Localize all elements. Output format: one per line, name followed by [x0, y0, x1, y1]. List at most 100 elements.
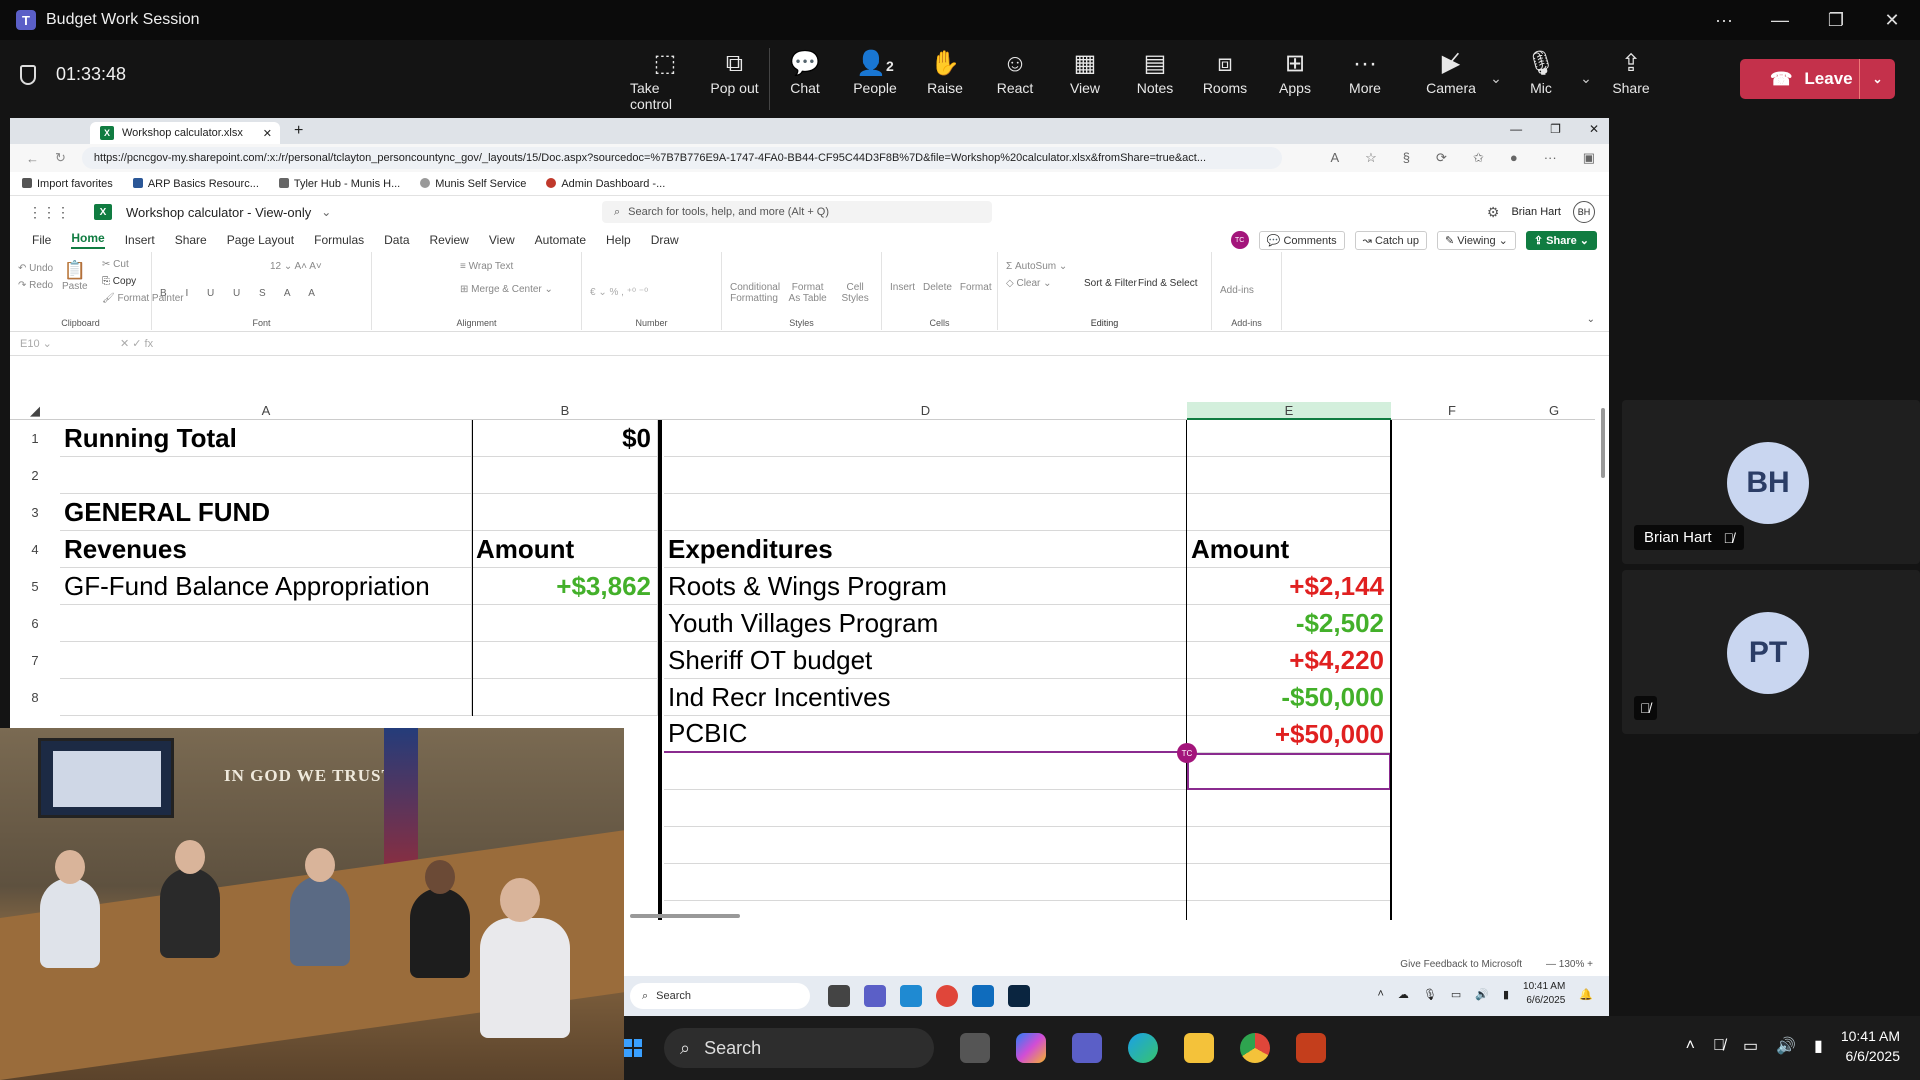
copilot-icon[interactable]: [1016, 1033, 1046, 1063]
close-icon[interactable]: ✕: [1864, 0, 1920, 40]
favorite-star-icon[interactable]: ☆: [1365, 150, 1377, 166]
sidebar-icon[interactable]: ▣: [1583, 150, 1595, 166]
cell-b5[interactable]: +$3,862: [472, 568, 658, 605]
notification-icon[interactable]: 🔔: [1579, 988, 1593, 1001]
participant-tile[interactable]: BH Brian Hart 🎙̸: [1622, 400, 1920, 564]
cell-a3[interactable]: GENERAL FUND: [60, 494, 472, 531]
cell-e6[interactable]: -$2,502: [1187, 605, 1391, 642]
settings-icon[interactable]: ⚙: [1487, 204, 1500, 221]
tab-formulas[interactable]: Formulas: [314, 233, 364, 247]
more-button[interactable]: ··· More: [1330, 48, 1400, 110]
tab-help[interactable]: Help: [606, 233, 631, 247]
cell-a8[interactable]: [60, 679, 472, 716]
mic-button[interactable]: 🎙 Mic: [1506, 48, 1576, 110]
ribbon-collapse-icon[interactable]: ⌄: [1587, 314, 1595, 325]
participant-tile[interactable]: PT 🎙̸: [1622, 570, 1920, 734]
redo-button[interactable]: ↷ Redo: [18, 277, 53, 294]
rooms-button[interactable]: ⧈ Rooms: [1190, 48, 1260, 110]
cell-styles-button[interactable]: Cell Styles: [837, 258, 873, 324]
teams-icon[interactable]: [864, 985, 886, 1007]
vertical-scrollbar[interactable]: [1601, 408, 1605, 478]
cell-d12[interactable]: [664, 827, 1187, 864]
browser-restore-icon[interactable]: ❐: [1550, 122, 1561, 136]
tray-chevron-icon[interactable]: ˄: [1377, 988, 1383, 1000]
cell-d3[interactable]: [664, 494, 1187, 531]
room-video-feed[interactable]: IN GOD WE TRUST: [0, 728, 624, 1080]
start-icon[interactable]: [624, 1039, 642, 1057]
outlook-icon[interactable]: [972, 985, 994, 1007]
clock[interactable]: 10:41 AM 6/6/2025: [1841, 1026, 1900, 1066]
workbook-name[interactable]: Workshop calculator - View-only: [126, 205, 311, 220]
mic-options-chevron-icon[interactable]: ⌄: [1576, 70, 1596, 110]
cell-d10[interactable]: [664, 753, 1187, 790]
row-header[interactable]: 2: [10, 457, 60, 494]
excel-share-button[interactable]: ⇪ Share ⌄: [1525, 230, 1597, 250]
apps-button[interactable]: ⊞ Apps: [1260, 48, 1330, 110]
column-header-d[interactable]: D: [664, 402, 1187, 420]
more-options-icon[interactable]: ···: [1696, 0, 1752, 40]
cell-b7[interactable]: [472, 642, 658, 679]
cell-e3[interactable]: [1187, 494, 1391, 531]
volume-icon[interactable]: 🔊: [1776, 1036, 1796, 1056]
task-view-icon[interactable]: [960, 1033, 990, 1063]
tab-close-icon[interactable]: ✕: [263, 127, 272, 140]
cell-a7[interactable]: [60, 642, 472, 679]
file-explorer-icon[interactable]: [1184, 1033, 1214, 1063]
app-launcher-icon[interactable]: ⋮⋮⋮: [28, 204, 70, 221]
people-button[interactable]: 👤2 People: [840, 48, 910, 110]
extension-icon[interactable]: §: [1403, 150, 1410, 166]
horizontal-scrollbar[interactable]: [630, 914, 740, 918]
file-explorer-icon[interactable]: [828, 985, 850, 1007]
font-size-field[interactable]: 12 ⌄ A˄ A˅: [270, 258, 363, 275]
row-header[interactable]: 5: [10, 568, 60, 605]
take-control-button[interactable]: ⬚ Take control: [630, 48, 700, 112]
cell-b6[interactable]: [472, 605, 658, 642]
new-tab-icon[interactable]: +: [294, 122, 303, 140]
terminal-icon[interactable]: [1008, 985, 1030, 1007]
collections-icon[interactable]: ✩: [1473, 150, 1484, 166]
camera-options-chevron-icon[interactable]: ⌄: [1486, 70, 1506, 110]
favorite-item[interactable]: ARP Basics Resourc...: [132, 177, 259, 190]
chrome-icon[interactable]: [936, 985, 958, 1007]
tab-file[interactable]: File: [32, 233, 51, 247]
cell-d7[interactable]: Sheriff OT budget: [664, 642, 1187, 679]
notes-button[interactable]: ▤ Notes: [1120, 48, 1190, 110]
cell-b3[interactable]: [472, 494, 658, 531]
cell-e9[interactable]: +$50,000: [1187, 716, 1391, 753]
paste-button[interactable]: 📋 Paste: [62, 260, 88, 292]
format-cells-button[interactable]: Format: [960, 258, 992, 324]
profile-icon[interactable]: ●: [1510, 150, 1518, 166]
minimize-icon[interactable]: —: [1752, 0, 1808, 40]
workbook-chevron-icon[interactable]: ⌄: [321, 205, 331, 219]
browser-close-icon[interactable]: ✕: [1589, 122, 1599, 136]
leave-options-chevron-icon[interactable]: ⌄: [1859, 59, 1895, 99]
cell-a2[interactable]: [60, 457, 472, 494]
url-field[interactable]: https://pcncgov-my.sharepoint.com/:x:/r/…: [81, 147, 1282, 169]
column-header-e[interactable]: E: [1187, 402, 1391, 420]
tab-page-layout[interactable]: Page Layout: [227, 233, 294, 247]
insert-cells-button[interactable]: Insert: [890, 258, 915, 324]
view-button[interactable]: ▦ View: [1050, 48, 1120, 110]
row-header[interactable]: 4: [10, 531, 60, 568]
cell-e11[interactable]: [1187, 790, 1391, 827]
undo-button[interactable]: ↶ Undo: [18, 260, 53, 277]
wrap-text-button[interactable]: ≡ Wrap Text: [460, 258, 573, 275]
cell-e12[interactable]: [1187, 827, 1391, 864]
battery-icon[interactable]: ▮: [1503, 988, 1509, 1001]
pop-out-button[interactable]: ⧉ Pop out: [700, 48, 770, 110]
coauthor-avatar[interactable]: TC: [1230, 231, 1249, 249]
column-header-a[interactable]: A: [60, 402, 472, 420]
cell-e5[interactable]: +$2,144: [1187, 568, 1391, 605]
comments-button[interactable]: 💬 Comments: [1258, 230, 1345, 250]
cell-e8[interactable]: -$50,000: [1187, 679, 1391, 716]
cell-e7[interactable]: +$4,220: [1187, 642, 1391, 679]
cell-d6[interactable]: Youth Villages Program: [664, 605, 1187, 642]
chrome-icon[interactable]: [1240, 1033, 1270, 1063]
sync-icon[interactable]: ⟳: [1436, 150, 1447, 166]
add-ins-button[interactable]: Add-ins: [1220, 258, 1273, 299]
tab-data[interactable]: Data: [384, 233, 409, 247]
tab-draw[interactable]: Draw: [651, 233, 679, 247]
tab-insert[interactable]: Insert: [125, 233, 155, 247]
row-header[interactable]: 6: [10, 605, 60, 642]
user-avatar[interactable]: BH: [1573, 201, 1595, 223]
